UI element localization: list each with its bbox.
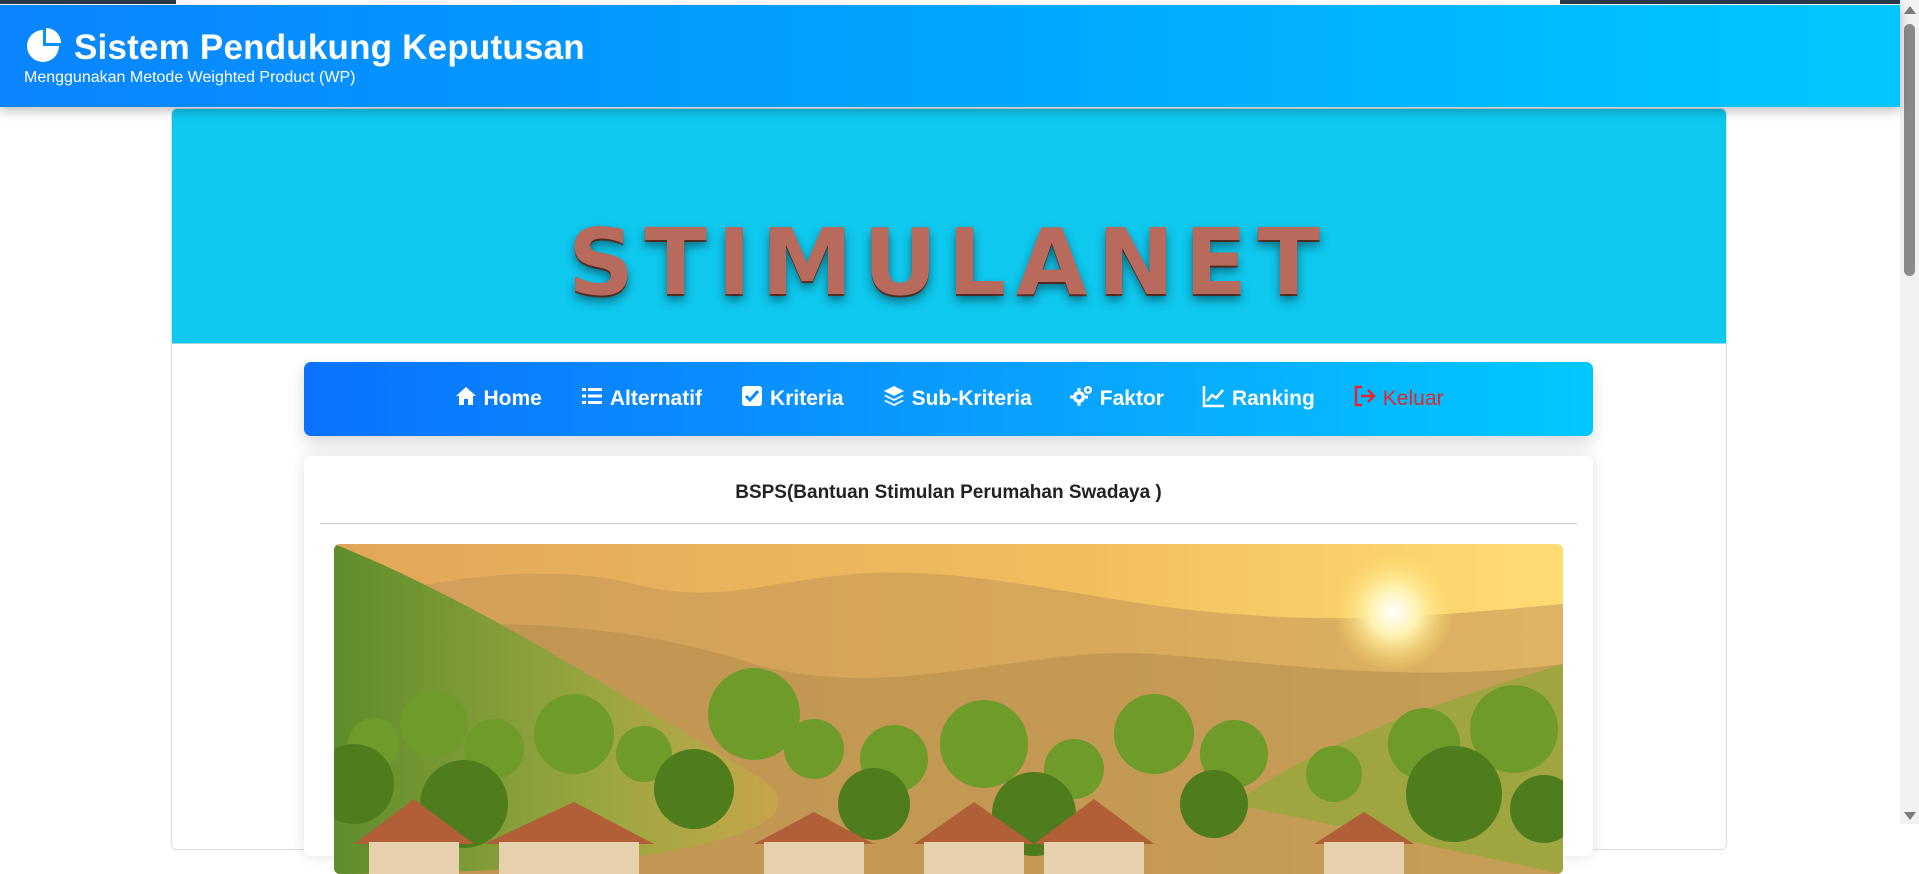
content-panel: BSPS(Bantuan Stimulan Perumahan Swadaya … — [304, 456, 1593, 874]
cogs-icon — [1069, 384, 1094, 414]
nav-item-faktor[interactable]: Faktor — [1069, 384, 1164, 414]
main-nav: Home Alternatif Kriteria Sub-Kriteria Fa… — [304, 362, 1593, 436]
brand[interactable]: Sistem Pendukung Keputusan — [24, 25, 585, 70]
scrollbar-thumb[interactable] — [1904, 24, 1915, 276]
nav-item-label: Ranking — [1231, 387, 1315, 410]
nav-item-label: Sub-Kriteria — [911, 387, 1032, 410]
home-icon — [454, 384, 478, 414]
scroll-up-icon[interactable] — [1904, 6, 1916, 14]
list-icon — [580, 384, 604, 414]
nav-item-keluar[interactable]: Keluar — [1353, 384, 1444, 414]
content-title: BSPS(Bantuan Stimulan Perumahan Swadaya … — [735, 482, 1162, 503]
layers-icon — [882, 384, 906, 414]
nav-item-kriteria[interactable]: Kriteria — [740, 384, 844, 414]
nav-item-home[interactable]: Home — [454, 384, 542, 414]
banner: STIMULANET — [172, 109, 1726, 344]
nav-item-ranking[interactable]: Ranking — [1202, 384, 1315, 414]
page-scrollbar[interactable] — [1900, 0, 1919, 824]
line-chart-icon — [1202, 384, 1226, 414]
content-divider — [320, 523, 1577, 524]
scroll-down-icon[interactable] — [1904, 812, 1916, 820]
hero-image — [334, 544, 1563, 874]
top-edge-dark-left — [0, 0, 176, 4]
sign-out-icon — [1353, 384, 1377, 414]
check-square-icon — [740, 384, 764, 414]
top-edge-dark-right — [1560, 0, 1900, 4]
pie-chart-icon — [24, 25, 74, 70]
banner-title: STIMULANET — [568, 209, 1330, 316]
nav-item-label: Faktor — [1099, 387, 1164, 410]
nav-item-label: Keluar — [1382, 387, 1444, 410]
nav-item-label: Alternatif — [609, 387, 703, 410]
nav-item-label: Kriteria — [770, 387, 844, 410]
app-subtitle: Menggunakan Metode Weighted Product (WP) — [24, 69, 356, 86]
nav-item-label: Home — [483, 387, 542, 410]
app-header: Sistem Pendukung Keputusan Menggunakan M… — [0, 5, 1900, 107]
nav-item-sub-kriteria[interactable]: Sub-Kriteria — [882, 384, 1032, 414]
nav-item-alternatif[interactable]: Alternatif — [580, 384, 702, 414]
app-title: Sistem Pendukung Keputusan — [74, 27, 585, 67]
